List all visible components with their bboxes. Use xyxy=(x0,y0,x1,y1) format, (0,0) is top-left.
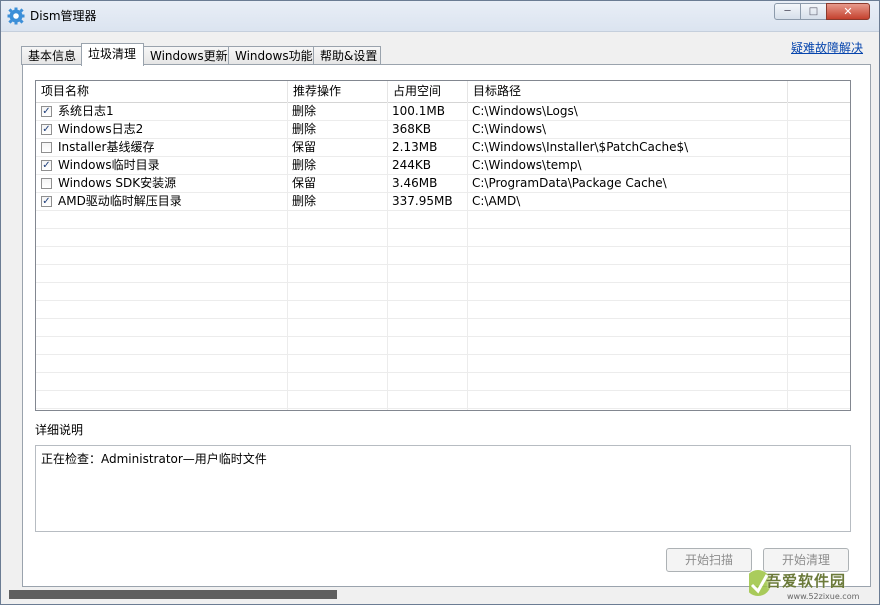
table-row[interactable]: ✓ AMD驱动临时解压目录 删除 337.95MB C:\AMD\ xyxy=(36,193,850,211)
item-checkbox[interactable] xyxy=(41,178,52,189)
troubleshoot-link[interactable]: 疑难故障解决 xyxy=(791,39,863,56)
item-action: 删除 xyxy=(292,194,317,208)
tab-windows-features[interactable]: Windows功能 xyxy=(228,46,314,65)
item-path: C:\Windows\Logs\ xyxy=(472,104,578,118)
maximize-button[interactable]: □ xyxy=(800,3,827,20)
junk-cleanup-panel: 项目名称 推荐操作 占用空间 目标路径 ✓ 系统日志1 删除 100.1MB C:\Wi… xyxy=(22,64,871,587)
item-action: 删除 xyxy=(292,158,317,172)
empty-row xyxy=(36,373,850,391)
gear-icon xyxy=(7,7,25,25)
table-row[interactable]: Installer基线缓存 保留 2.13MB C:\Windows\Installe… xyxy=(36,139,850,157)
item-size: 2.13MB xyxy=(392,140,438,154)
item-path: C:\Windows\Installer\$PatchCache$\ xyxy=(472,140,689,154)
item-checkbox[interactable]: ✓ xyxy=(41,124,52,135)
column-header-action[interactable]: 推荐操作 xyxy=(288,81,388,102)
empty-row xyxy=(36,355,850,373)
close-button[interactable]: ✕ xyxy=(826,3,870,20)
tab-junk-cleanup[interactable]: 垃圾清理 xyxy=(81,43,144,66)
column-header-size[interactable]: 占用空间 xyxy=(388,81,468,102)
table-row[interactable]: ✓ Windows临时目录 删除 244KB C:\Windows\temp\ xyxy=(36,157,850,175)
item-name: Windows SDK安装源 xyxy=(58,176,177,190)
column-header-name[interactable]: 项目名称 xyxy=(36,81,288,102)
item-checkbox[interactable] xyxy=(41,142,52,153)
list-header: 项目名称 推荐操作 占用空间 目标路径 xyxy=(36,81,850,103)
table-row[interactable]: ✓ Windows日志2 删除 368KB C:\Windows\ xyxy=(36,121,850,139)
empty-row xyxy=(36,283,850,301)
item-action: 删除 xyxy=(292,104,317,118)
window-title: Dism管理器 xyxy=(30,9,97,23)
table-row[interactable]: ✓ 系统日志1 删除 100.1MB C:\Windows\Logs\ xyxy=(36,103,850,121)
empty-row xyxy=(36,211,850,229)
item-path: C:\ProgramData\Package Cache\ xyxy=(472,176,667,190)
item-checkbox[interactable]: ✓ xyxy=(41,106,52,117)
detail-text: 正在检查：Administrator—用户临时文件 xyxy=(41,452,267,466)
item-size: 3.46MB xyxy=(392,176,438,190)
title-bar[interactable]: Dism管理器 ─ □ ✕ xyxy=(1,1,879,32)
item-name: Windows临时目录 xyxy=(58,158,160,172)
empty-row xyxy=(36,265,850,283)
main-window: Dism管理器 ─ □ ✕ 基本信息 垃圾清理 Windows更新 Window… xyxy=(0,0,880,605)
item-name: 系统日志1 xyxy=(58,104,114,118)
watermark-url: www.52zixue.com xyxy=(787,592,860,601)
item-size: 244KB xyxy=(392,158,432,172)
empty-row xyxy=(36,319,850,337)
tab-basic-info[interactable]: 基本信息 xyxy=(21,46,82,65)
tab-help-settings[interactable]: 帮助&设置 xyxy=(313,46,381,65)
tab-windows-update[interactable]: Windows更新 xyxy=(143,46,229,65)
progress-bar xyxy=(9,590,337,599)
empty-row xyxy=(36,391,850,409)
watermark-text: 吾爱软件园 xyxy=(766,572,847,590)
start-scan-button[interactable]: 开始扫描 xyxy=(666,548,752,572)
item-name: Windows日志2 xyxy=(58,122,144,136)
item-name: AMD驱动临时解压目录 xyxy=(58,194,182,208)
item-size: 100.1MB xyxy=(392,104,445,118)
item-path: C:\AMD\ xyxy=(472,194,521,208)
item-action: 保留 xyxy=(292,140,317,154)
cleanup-items-list[interactable]: 项目名称 推荐操作 占用空间 目标路径 ✓ 系统日志1 删除 100.1MB C:\Wi… xyxy=(35,80,851,411)
detail-textbox[interactable]: 正在检查：Administrator—用户临时文件 xyxy=(35,445,851,532)
empty-row xyxy=(36,337,850,355)
detail-label: 详细说明 xyxy=(35,423,84,437)
empty-row xyxy=(36,229,850,247)
column-header-path[interactable]: 目标路径 xyxy=(468,81,788,102)
item-checkbox[interactable]: ✓ xyxy=(41,160,52,171)
item-size: 337.95MB xyxy=(392,194,453,208)
minimize-button[interactable]: ─ xyxy=(774,3,801,20)
item-action: 删除 xyxy=(292,122,317,136)
item-path: C:\Windows\ xyxy=(472,122,547,136)
table-row[interactable]: Windows SDK安装源 保留 3.46MB C:\ProgramData\Pac… xyxy=(36,175,850,193)
item-size: 368KB xyxy=(392,122,432,136)
item-name: Installer基线缓存 xyxy=(58,140,155,154)
empty-row xyxy=(36,247,850,265)
empty-row xyxy=(36,301,850,319)
item-action: 保留 xyxy=(292,176,317,190)
item-path: C:\Windows\temp\ xyxy=(472,158,582,172)
item-checkbox[interactable]: ✓ xyxy=(41,196,52,207)
